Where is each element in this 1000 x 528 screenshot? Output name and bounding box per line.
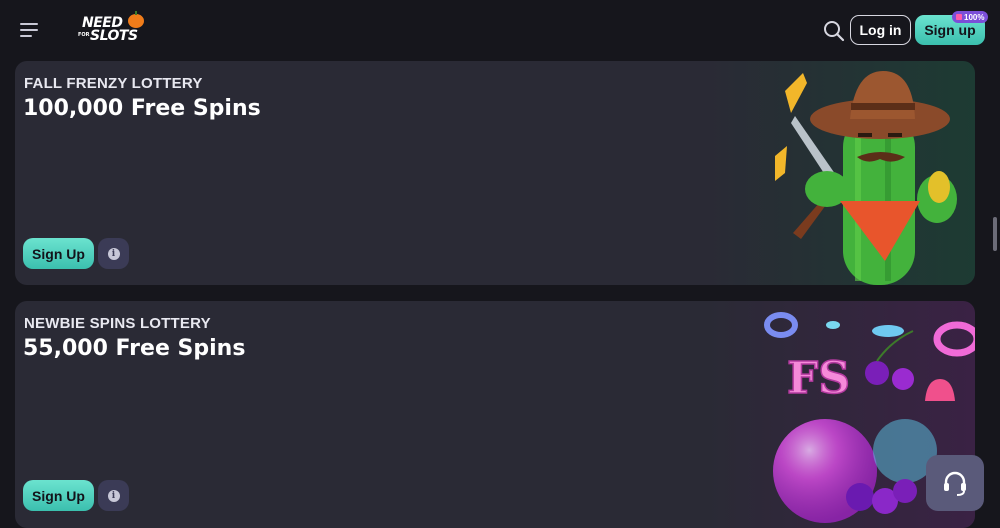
top-header: NEED FOR SLOTS Log in Sign up 100% bbox=[0, 0, 1000, 60]
info-button[interactable]: i bbox=[98, 238, 129, 269]
info-icon: i bbox=[107, 489, 120, 502]
login-button[interactable]: Log in bbox=[850, 15, 911, 45]
logo-line-slots: SLOTS bbox=[90, 28, 138, 44]
bonus-badge-text: 100% bbox=[964, 12, 985, 22]
cactus-cowboy-illustration bbox=[775, 71, 957, 285]
card-subtitle: NEWBIE SPINS LOTTERY bbox=[24, 315, 211, 332]
page-scrollbar[interactable] bbox=[993, 217, 997, 251]
lottery-card-fall-frenzy[interactable]: FALL FRENZY LOTTERY 100,000 Free Spins S… bbox=[15, 61, 975, 285]
site-logo[interactable]: NEED FOR SLOTS bbox=[78, 11, 148, 46]
card-signup-button[interactable]: Sign Up bbox=[23, 238, 94, 269]
info-button[interactable]: i bbox=[98, 480, 129, 511]
card-signup-button[interactable]: Sign Up bbox=[23, 480, 94, 511]
logo-line-for: FOR bbox=[78, 32, 90, 38]
headset-icon bbox=[944, 471, 966, 496]
support-chat-button[interactable] bbox=[926, 455, 984, 511]
card-subtitle: FALL FRENZY LOTTERY bbox=[24, 75, 203, 92]
lottery-card-newbie-spins[interactable]: NEWBIE SPINS LOTTERY 55,000 Free Spins S… bbox=[15, 301, 975, 528]
card-title: 55,000 Free Spins bbox=[23, 336, 246, 361]
card-title: 100,000 Free Spins bbox=[23, 96, 261, 121]
hamburger-menu-icon[interactable] bbox=[20, 20, 42, 40]
gift-icon bbox=[956, 14, 962, 20]
pumpkin-icon bbox=[128, 11, 144, 28]
bonus-badge: 100% bbox=[952, 11, 989, 23]
info-icon: i bbox=[107, 247, 120, 260]
search-icon[interactable] bbox=[823, 20, 845, 42]
fs-art-text: FS bbox=[787, 353, 850, 404]
